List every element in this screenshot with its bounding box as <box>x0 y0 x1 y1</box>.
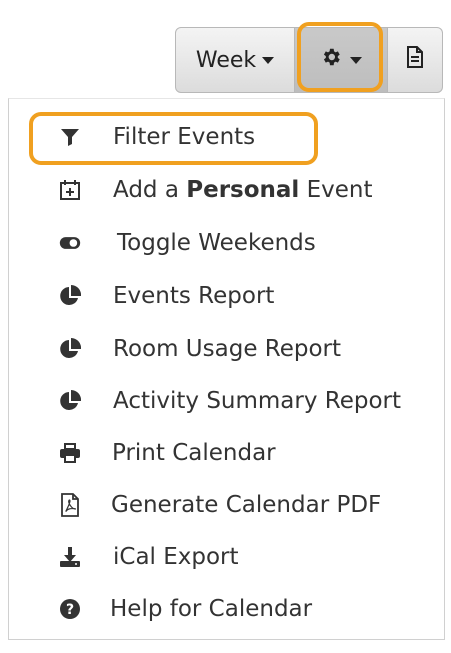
view-week-dropdown[interactable]: Week <box>175 27 295 93</box>
svg-text:?: ? <box>66 602 74 618</box>
pie-chart-icon <box>59 338 81 360</box>
menu-item-label: iCal Export <box>113 544 239 570</box>
pdf-file-icon <box>59 493 81 517</box>
view-week-label: Week <box>195 47 257 73</box>
label-part: Add a <box>113 177 187 203</box>
menu-item-label: Filter Events <box>113 124 256 150</box>
calendar-toolbar: Week <box>175 27 443 93</box>
label-part: Event <box>299 177 373 203</box>
menu-item-add-personal-event[interactable]: Add a Personal Event <box>9 168 444 212</box>
document-icon <box>406 46 424 74</box>
menu-item-label: Add a Personal Event <box>113 177 373 203</box>
menu-item-label: Events Report <box>113 283 275 309</box>
download-icon <box>59 546 81 568</box>
document-button[interactable] <box>388 27 443 93</box>
menu-item-activity-summary-report[interactable]: Activity Summary Report <box>9 379 444 423</box>
menu-item-filter-events[interactable]: Filter Events <box>9 115 444 159</box>
menu-item-ical-export[interactable]: iCal Export <box>9 535 444 579</box>
menu-item-generate-calendar-pdf[interactable]: Generate Calendar PDF <box>9 483 444 527</box>
printer-icon <box>59 442 81 464</box>
menu-item-events-report[interactable]: Events Report <box>9 274 444 318</box>
settings-dropdown-button[interactable] <box>295 27 388 93</box>
filter-icon <box>59 126 81 148</box>
settings-dropdown-menu: Filter Events Add a Personal Event Toggl… <box>8 98 445 640</box>
menu-item-print-calendar[interactable]: Print Calendar <box>9 431 444 475</box>
menu-item-label: Room Usage Report <box>113 336 342 362</box>
menu-item-toggle-weekends[interactable]: Toggle Weekends <box>9 221 444 265</box>
pie-chart-icon <box>59 390 81 412</box>
menu-item-room-usage-report[interactable]: Room Usage Report <box>9 327 444 371</box>
menu-item-label: Generate Calendar PDF <box>111 492 382 518</box>
help-icon: ? <box>59 598 81 620</box>
calendar-plus-icon <box>59 179 81 201</box>
label-bold-part: Personal <box>186 177 300 203</box>
pie-chart-icon <box>59 285 81 307</box>
toggle-icon <box>59 232 81 254</box>
gear-icon <box>320 46 342 74</box>
calendar-options-screenshot: Week Filter Events Add a Personal Event … <box>0 0 451 653</box>
menu-item-label: Help for Calendar <box>110 596 313 622</box>
menu-item-help-for-calendar[interactable]: ? Help for Calendar <box>9 587 444 631</box>
caret-down-icon <box>350 56 362 64</box>
menu-item-label: Activity Summary Report <box>113 388 402 414</box>
caret-down-icon <box>262 56 275 64</box>
menu-item-label: Toggle Weekends <box>117 230 316 256</box>
menu-item-label: Print Calendar <box>112 440 276 466</box>
